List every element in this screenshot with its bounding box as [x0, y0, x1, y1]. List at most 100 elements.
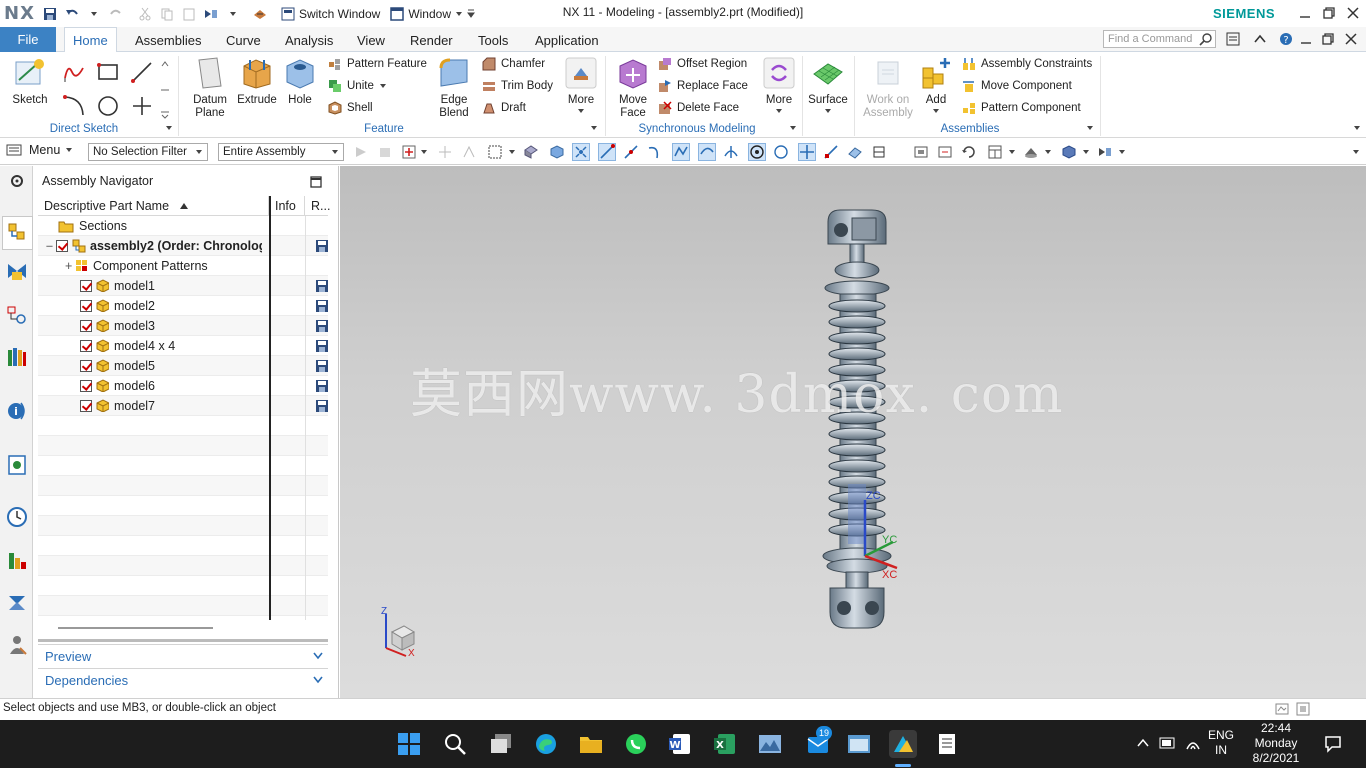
nx-app-icon[interactable] [889, 730, 917, 758]
word-icon[interactable]: W [666, 730, 694, 758]
restore-icon[interactable] [1318, 3, 1340, 23]
visibility-checkbox[interactable] [56, 239, 68, 252]
tab-tools[interactable]: Tools [470, 27, 516, 53]
minimize-icon[interactable] [1294, 3, 1316, 23]
search-icon[interactable] [1199, 32, 1213, 46]
status-icon[interactable] [1296, 702, 1310, 716]
tree-row-sections[interactable]: Sections [38, 216, 328, 236]
paste-icon[interactable] [179, 4, 199, 24]
hd3d-tools-icon[interactable]: i [4, 398, 29, 423]
visibility-checkbox[interactable] [80, 299, 92, 312]
tree-row-part[interactable]: model5 [38, 356, 328, 376]
tree-row-root-assembly[interactable]: – assembly2 (Order: Chronologi... [38, 236, 328, 256]
column-divider[interactable] [269, 196, 271, 620]
history-icon[interactable] [4, 504, 29, 529]
arc-icon[interactable] [62, 94, 86, 118]
visibility-checkbox[interactable] [80, 279, 92, 292]
copy-icon[interactable] [157, 4, 177, 24]
rectangle-icon[interactable] [96, 62, 120, 82]
reuse-library-icon[interactable] [4, 344, 29, 369]
move-face-button[interactable]: Move Face [612, 56, 654, 120]
select-feature-icon[interactable] [352, 143, 370, 161]
chevron-down-icon[interactable] [1006, 143, 1018, 161]
tree-row-part[interactable]: model3 [38, 316, 328, 336]
assembly-navigator-tab-icon[interactable] [2, 216, 33, 250]
snap-quadrant-icon[interactable] [772, 143, 790, 161]
chevron-down-icon[interactable] [84, 4, 104, 24]
tree-row-part[interactable]: model2 [38, 296, 328, 316]
snap-midpoint-icon[interactable] [622, 143, 640, 161]
process-studio-icon[interactable] [4, 590, 29, 615]
snap-center-icon[interactable] [748, 143, 766, 161]
tree-row-part[interactable]: model4 x 4 [38, 336, 328, 356]
constraint-navigator-icon[interactable] [4, 258, 29, 283]
redo-icon[interactable] [106, 4, 126, 24]
surface-button[interactable]: Surface [806, 60, 850, 115]
tab-curve[interactable]: Curve [218, 27, 269, 53]
select-point-icon[interactable] [460, 143, 478, 161]
point-icon[interactable] [130, 94, 154, 118]
app-window-icon[interactable] [845, 730, 873, 758]
switch-window-button[interactable]: Switch Window [281, 7, 380, 21]
ribbon-overflow-icon[interactable] [1353, 124, 1361, 132]
shell-button[interactable]: Shell [328, 101, 373, 115]
whatsapp-icon[interactable] [622, 730, 650, 758]
column-header-name[interactable]: Descriptive Part Name [38, 196, 269, 216]
snap-on-face-icon[interactable] [846, 143, 864, 161]
panel-splitter[interactable] [38, 639, 328, 642]
cut-icon[interactable] [135, 4, 155, 24]
visibility-checkbox[interactable] [80, 379, 92, 392]
tree-row-part[interactable]: model7 [38, 396, 328, 416]
datum-plane-button[interactable]: Datum Plane [186, 56, 234, 120]
chevron-down-icon[interactable] [223, 4, 243, 24]
delete-face-button[interactable]: Delete Face [658, 101, 739, 115]
select-body-icon[interactable] [376, 143, 394, 161]
maximize-panel-icon[interactable] [310, 176, 322, 188]
snap-bounded-icon[interactable] [870, 143, 888, 161]
draft-button[interactable]: Draft [482, 101, 526, 115]
tree-collapse-icon[interactable]: – [46, 239, 56, 253]
system-materials-icon[interactable] [4, 548, 29, 573]
help-icon[interactable]: ? [1279, 32, 1293, 46]
save-icon[interactable] [40, 4, 60, 24]
more-sync-button[interactable]: More [760, 56, 798, 115]
file-tab[interactable]: File [0, 27, 56, 52]
chamfer-button[interactable]: Chamfer [482, 57, 545, 71]
circle-icon[interactable] [96, 94, 120, 118]
tab-application[interactable]: Application [527, 27, 607, 53]
language-indicator[interactable]: ENG IN [1205, 728, 1237, 758]
chevron-down-icon[interactable] [1042, 143, 1054, 161]
chevron-down-icon[interactable] [590, 124, 598, 132]
rectangle-select-icon[interactable] [486, 143, 504, 161]
repeat-command-icon[interactable] [201, 4, 221, 24]
photos-icon[interactable] [756, 730, 784, 758]
edit-section-icon[interactable] [1096, 143, 1114, 161]
excel-icon[interactable]: X [711, 730, 739, 758]
move-component-button[interactable]: Move Component [962, 79, 1072, 93]
select-face-icon[interactable] [522, 143, 540, 161]
pattern-component-button[interactable]: Pattern Component [962, 101, 1081, 115]
chevron-down-icon[interactable] [1116, 143, 1128, 161]
snap-curve-icon[interactable] [646, 143, 664, 161]
close-doc-icon[interactable] [1345, 33, 1357, 45]
unite-button[interactable]: Unite [328, 79, 387, 93]
sketch-gallery-scroll[interactable] [160, 60, 170, 120]
chevron-up-icon[interactable] [1137, 738, 1149, 748]
tree-expand-icon[interactable]: + [65, 259, 75, 273]
snap-existing-point-icon[interactable] [798, 143, 816, 161]
extrude-button[interactable]: Extrude [234, 56, 280, 107]
snap-endpoint-icon[interactable] [598, 143, 616, 161]
status-icon[interactable] [1275, 702, 1289, 716]
sketch-button[interactable]: Sketch [8, 56, 52, 107]
roles-icon[interactable] [4, 632, 29, 657]
menu-button[interactable]: Menu [6, 143, 73, 157]
dependencies-section[interactable]: Dependencies [38, 668, 328, 692]
ribbon-options-icon[interactable] [1226, 32, 1240, 46]
pattern-feature-button[interactable]: Pattern Feature [328, 57, 427, 71]
select-solid-icon[interactable] [548, 143, 566, 161]
touch-mode-icon[interactable] [250, 4, 270, 24]
chevron-down-icon[interactable] [165, 124, 173, 132]
file-explorer-icon[interactable] [577, 730, 605, 758]
tree-row-component-patterns[interactable]: + Component Patterns [38, 256, 328, 276]
visibility-checkbox[interactable] [80, 399, 92, 412]
